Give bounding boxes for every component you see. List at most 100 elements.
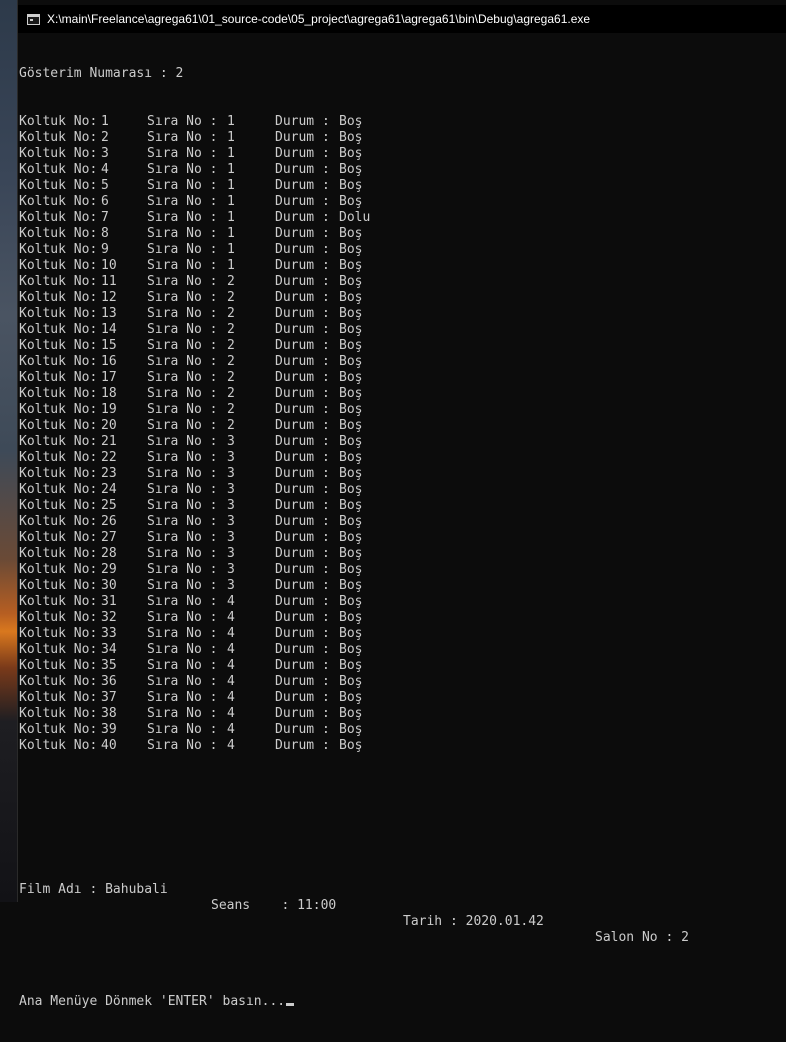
status-label: Durum :	[275, 306, 330, 321]
seat-row: Koltuk No: 32 Sıra No : 4 Durum : Boş	[19, 610, 786, 626]
row-number: 1	[227, 114, 235, 129]
seat-status: Boş	[339, 402, 363, 417]
row-label: Sıra No :	[147, 242, 218, 257]
seat-row: Koltuk No: 13 Sıra No : 2 Durum : Boş	[19, 306, 786, 322]
seat-number: 31	[101, 594, 117, 609]
seat-number: 12	[101, 290, 117, 305]
seat-status: Boş	[339, 178, 363, 193]
seat-label: Koltuk No:	[19, 658, 98, 673]
seat-label: Koltuk No:	[19, 514, 98, 529]
row-label: Sıra No :	[147, 626, 218, 641]
row-number: 1	[227, 258, 235, 273]
seat-number: 3	[101, 146, 109, 161]
seat-label: Koltuk No:	[19, 450, 98, 465]
row-label: Sıra No :	[147, 466, 218, 481]
desktop-background	[0, 0, 17, 902]
row-number: 1	[227, 146, 235, 161]
seat-label: Koltuk No:	[19, 594, 98, 609]
seat-number: 19	[101, 402, 117, 417]
row-label: Sıra No :	[147, 530, 218, 545]
seat-status: Boş	[339, 146, 363, 161]
seat-label: Koltuk No:	[19, 338, 98, 353]
show-number-heading: Gösterim Numarası : 2	[19, 66, 184, 81]
seat-row: Koltuk No: 2 Sıra No : 1 Durum : Boş	[19, 130, 786, 146]
seat-row: Koltuk No: 3 Sıra No : 1 Durum : Boş	[19, 146, 786, 162]
seat-label: Koltuk No:	[19, 610, 98, 625]
row-label: Sıra No :	[147, 338, 218, 353]
text-cursor	[286, 1003, 295, 1006]
seat-number: 24	[101, 482, 117, 497]
screening-info: Film Adı : Bahubali Seans : 11:00 Tarih …	[19, 866, 786, 945]
seat-number: 39	[101, 722, 117, 737]
row-number: 4	[227, 610, 235, 625]
seat-status: Boş	[339, 514, 363, 529]
status-label: Durum :	[275, 706, 330, 721]
seat-number: 34	[101, 642, 117, 657]
row-label: Sıra No :	[147, 178, 218, 193]
seat-status: Boş	[339, 594, 363, 609]
row-number: 2	[227, 402, 235, 417]
seat-row: Koltuk No: 15 Sıra No : 2 Durum : Boş	[19, 338, 786, 354]
seat-label: Koltuk No:	[19, 626, 98, 641]
seat-status: Boş	[339, 578, 363, 593]
seat-status: Boş	[339, 482, 363, 497]
seat-status: Boş	[339, 434, 363, 449]
console-window[interactable]: X:\main\Freelance\agrega61\01_source-cod…	[17, 0, 786, 1009]
row-label: Sıra No :	[147, 594, 218, 609]
seat-number: 1	[101, 114, 109, 129]
seat-row: Koltuk No: 35 Sıra No : 4 Durum : Boş	[19, 658, 786, 674]
seat-label: Koltuk No:	[19, 130, 98, 145]
seat-status: Boş	[339, 114, 363, 129]
seat-number: 8	[101, 226, 109, 241]
seat-status: Boş	[339, 386, 363, 401]
status-label: Durum :	[275, 546, 330, 561]
seat-number: 18	[101, 386, 117, 401]
row-label: Sıra No :	[147, 210, 218, 225]
console-output[interactable]: Gösterim Numarası : 2 Koltuk No: 1 Sıra No…	[19, 34, 786, 1009]
seat-number: 38	[101, 706, 117, 721]
status-label: Durum :	[275, 626, 330, 641]
status-label: Durum :	[275, 178, 330, 193]
row-label: Sıra No :	[147, 722, 218, 737]
seat-number: 17	[101, 370, 117, 385]
row-number: 2	[227, 386, 235, 401]
status-label: Durum :	[275, 418, 330, 433]
row-label: Sıra No :	[147, 226, 218, 241]
seat-label: Koltuk No:	[19, 290, 98, 305]
seat-number: 5	[101, 178, 109, 193]
seat-row: Koltuk No: 33 Sıra No : 4 Durum : Boş	[19, 626, 786, 642]
seat-label: Koltuk No:	[19, 706, 98, 721]
seat-number: 2	[101, 130, 109, 145]
row-number: 1	[227, 210, 235, 225]
seat-status: Boş	[339, 674, 363, 689]
row-number: 4	[227, 674, 235, 689]
row-number: 1	[227, 242, 235, 257]
row-number: 4	[227, 738, 235, 753]
screening-date: Tarih : 2020.01.42	[403, 914, 544, 929]
row-number: 3	[227, 466, 235, 481]
seat-row: Koltuk No: 25 Sıra No : 3 Durum : Boş	[19, 498, 786, 514]
title-bar[interactable]: X:\main\Freelance\agrega61\01_source-cod…	[18, 5, 786, 33]
seat-label: Koltuk No:	[19, 242, 98, 257]
row-number: 3	[227, 434, 235, 449]
seat-label: Koltuk No:	[19, 210, 98, 225]
seat-number: 23	[101, 466, 117, 481]
status-label: Durum :	[275, 322, 330, 337]
seat-label: Koltuk No:	[19, 306, 98, 321]
seat-status: Boş	[339, 274, 363, 289]
seat-row: Koltuk No: 9 Sıra No : 1 Durum : Boş	[19, 242, 786, 258]
seat-number: 28	[101, 546, 117, 561]
seat-row: Koltuk No: 38 Sıra No : 4 Durum : Boş	[19, 706, 786, 722]
seat-row: Koltuk No: 28 Sıra No : 3 Durum : Boş	[19, 546, 786, 562]
window-title: X:\main\Freelance\agrega61\01_source-cod…	[47, 12, 591, 26]
status-label: Durum :	[275, 434, 330, 449]
status-label: Durum :	[275, 370, 330, 385]
seat-label: Koltuk No:	[19, 546, 98, 561]
row-number: 3	[227, 546, 235, 561]
seat-status: Boş	[339, 626, 363, 641]
row-label: Sıra No :	[147, 306, 218, 321]
seat-row: Koltuk No: 31 Sıra No : 4 Durum : Boş	[19, 594, 786, 610]
seat-row: Koltuk No: 11 Sıra No : 2 Durum : Boş	[19, 274, 786, 290]
console-app-icon	[27, 13, 40, 25]
seat-row: Koltuk No: 12 Sıra No : 2 Durum : Boş	[19, 290, 786, 306]
